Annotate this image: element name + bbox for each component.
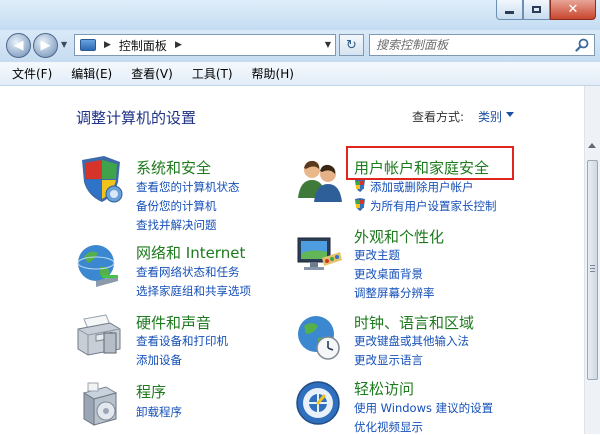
address-dropdown-icon[interactable]: ▼ bbox=[325, 40, 331, 49]
ease-of-access-icon[interactable] bbox=[294, 378, 344, 428]
scroll-grip-line bbox=[590, 268, 595, 269]
minimize-button[interactable] bbox=[496, 0, 523, 20]
vertical-scrollbar[interactable] bbox=[584, 86, 600, 434]
category-title-programs[interactable]: 程序 bbox=[136, 381, 166, 402]
category-title-hardware-sound[interactable]: 硬件和声音 bbox=[136, 312, 211, 333]
category-title-network-internet[interactable]: 网络和 Internet bbox=[136, 242, 245, 263]
link-backup-computer[interactable]: 备份您的计算机 bbox=[136, 198, 217, 214]
view-mode-caret-icon[interactable] bbox=[506, 112, 514, 117]
link-optimize-video-display[interactable]: 优化视频显示 bbox=[354, 419, 423, 435]
close-button[interactable]: ✕ bbox=[550, 0, 596, 20]
minimize-icon bbox=[505, 11, 514, 14]
maximize-button[interactable] bbox=[523, 0, 550, 20]
link-parental-controls[interactable]: 为所有用户设置家长控制 bbox=[370, 198, 497, 214]
control-panel-icon bbox=[80, 39, 96, 51]
globe-clock-icon[interactable] bbox=[294, 312, 344, 362]
breadcrumb-control-panel[interactable]: 控制面板 bbox=[119, 37, 167, 54]
maximize-icon bbox=[532, 6, 541, 13]
breadcrumb-chevron-icon[interactable]: ▶ bbox=[175, 40, 182, 50]
scroll-grip-line bbox=[590, 265, 595, 266]
link-add-remove-accounts[interactable]: 添加或删除用户帐户 bbox=[370, 179, 474, 195]
menu-bar: 文件(F) 编辑(E) 查看(V) 工具(T) 帮助(H) bbox=[0, 62, 600, 86]
close-icon: ✕ bbox=[567, 2, 579, 17]
forward-arrow-icon: ▶ bbox=[40, 38, 51, 53]
navigation-bar: ◀ ▶ ▼ ▶ 控制面板 ▶ ▼ ↻ bbox=[0, 30, 600, 62]
page-title: 调整计算机的设置 bbox=[76, 109, 197, 127]
view-mode-label: 查看方式: bbox=[412, 110, 465, 124]
refresh-button[interactable]: ↻ bbox=[339, 34, 364, 56]
uac-shield-icon bbox=[355, 179, 365, 192]
link-add-device[interactable]: 添加设备 bbox=[136, 352, 182, 368]
security-shield-icon[interactable] bbox=[76, 154, 126, 204]
network-globe-icon[interactable] bbox=[74, 239, 124, 289]
refresh-icon: ↻ bbox=[346, 37, 357, 53]
menu-file[interactable]: 文件(F) bbox=[0, 65, 61, 82]
link-homegroup-sharing[interactable]: 选择家庭组和共享选项 bbox=[136, 283, 251, 299]
recent-pages-dropdown-icon[interactable]: ▼ bbox=[61, 40, 67, 49]
link-uninstall-program[interactable]: 卸载程序 bbox=[136, 404, 182, 420]
menu-help[interactable]: 帮助(H) bbox=[242, 65, 303, 82]
category-title-system-security[interactable]: 系统和安全 bbox=[136, 157, 211, 178]
back-button[interactable]: ◀ bbox=[6, 33, 31, 58]
highlight-annotation bbox=[346, 146, 514, 180]
control-panel-content: 调整计算机的设置 查看方式: 类别 系统和安全 查看您的计算机状态 备份您的计算… bbox=[0, 86, 584, 434]
link-change-keyboard-input[interactable]: 更改键盘或其他输入法 bbox=[354, 333, 469, 349]
link-change-display-language[interactable]: 更改显示语言 bbox=[354, 352, 423, 368]
category-title-clock-language-region[interactable]: 时钟、语言和区域 bbox=[354, 312, 474, 333]
search-input[interactable] bbox=[376, 37, 566, 53]
printer-icon[interactable] bbox=[74, 309, 124, 359]
category-title-ease-of-access[interactable]: 轻松访问 bbox=[354, 378, 414, 399]
scroll-grip-line bbox=[590, 271, 595, 272]
forward-button[interactable]: ▶ bbox=[33, 33, 58, 58]
view-mode-dropdown[interactable]: 类别 bbox=[478, 108, 502, 125]
link-change-theme[interactable]: 更改主题 bbox=[354, 247, 400, 263]
link-view-network-status[interactable]: 查看网络状态和任务 bbox=[136, 264, 240, 280]
menu-tools[interactable]: 工具(T) bbox=[182, 65, 242, 82]
link-troubleshoot[interactable]: 查找并解决问题 bbox=[136, 217, 217, 233]
link-use-windows-recommended-settings[interactable]: 使用 Windows 建议的设置 bbox=[354, 400, 493, 416]
link-view-computer-status[interactable]: 查看您的计算机状态 bbox=[136, 179, 240, 195]
search-icon[interactable] bbox=[575, 38, 589, 52]
users-icon[interactable] bbox=[294, 154, 344, 204]
title-bar: ✕ bbox=[0, 0, 600, 30]
menu-view[interactable]: 查看(V) bbox=[121, 65, 182, 82]
menu-edit[interactable]: 编辑(E) bbox=[61, 65, 121, 82]
category-title-appearance[interactable]: 外观和个性化 bbox=[354, 226, 444, 247]
link-adjust-resolution[interactable]: 调整屏幕分辨率 bbox=[354, 285, 435, 301]
programs-box-icon[interactable] bbox=[76, 379, 126, 429]
scroll-up-arrow-icon[interactable] bbox=[588, 143, 596, 148]
search-box[interactable] bbox=[369, 34, 595, 56]
uac-shield-icon bbox=[355, 198, 365, 211]
back-arrow-icon: ◀ bbox=[13, 38, 24, 53]
address-bar[interactable]: ▶ 控制面板 ▶ ▼ bbox=[74, 34, 336, 56]
link-devices-printers[interactable]: 查看设备和打印机 bbox=[136, 333, 228, 349]
scroll-thumb[interactable] bbox=[587, 160, 598, 380]
link-change-desktop-background[interactable]: 更改桌面背景 bbox=[354, 266, 423, 282]
monitor-palette-icon[interactable] bbox=[294, 230, 344, 280]
breadcrumb-separator-icon[interactable]: ▶ bbox=[104, 40, 111, 50]
